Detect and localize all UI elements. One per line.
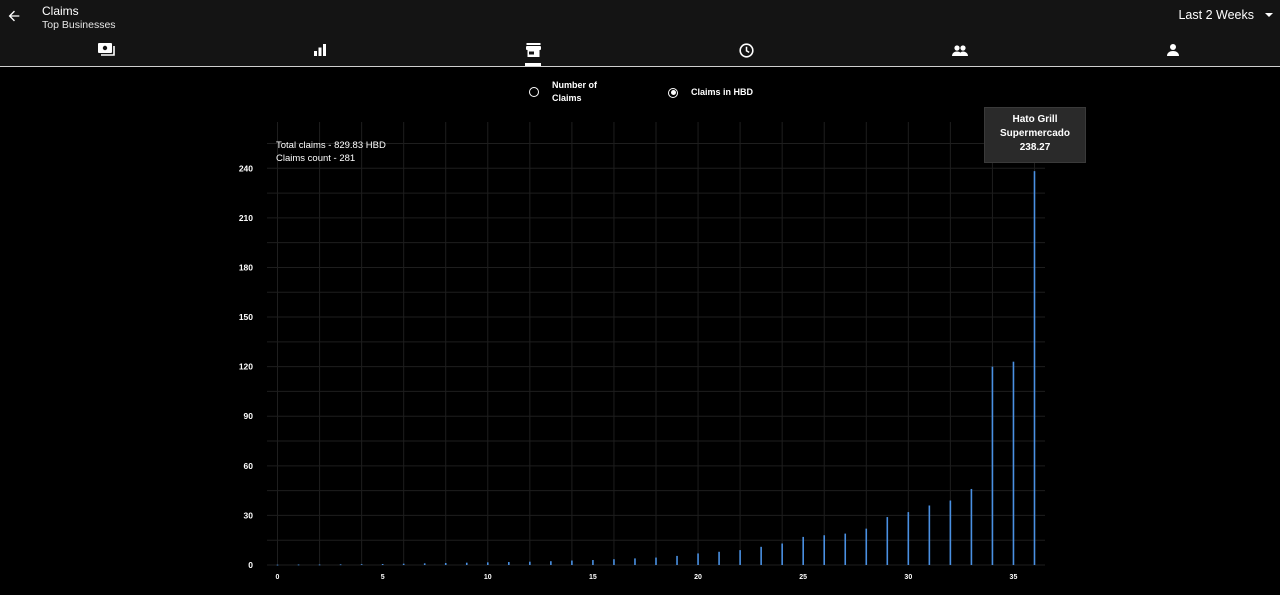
- chart-bar: [550, 561, 552, 565]
- x-tick-label: 20: [694, 574, 702, 581]
- chart-bar: [907, 512, 910, 565]
- x-tick-label: 5: [381, 574, 385, 581]
- chart-bar: [402, 563, 405, 565]
- chart-bar: [318, 564, 321, 566]
- chart-bar: [1033, 171, 1036, 565]
- y-tick-label: 180: [239, 262, 253, 272]
- chart-bar: [886, 517, 889, 565]
- y-tick-label: 30: [244, 510, 254, 520]
- chart-bar: [571, 560, 573, 565]
- chart-bar: [276, 564, 279, 566]
- chart-bar: [697, 553, 699, 565]
- chart-bar: [991, 366, 994, 565]
- x-tick-label: 30: [904, 574, 912, 581]
- chart-bar: [592, 560, 594, 565]
- chart-summary: Total claims - 829.83 HBD Claims count -…: [276, 139, 386, 165]
- x-tick-label: 15: [589, 574, 597, 581]
- chart-bar: [444, 563, 447, 565]
- chart-bar: [655, 557, 657, 565]
- chart-bar: [1012, 361, 1015, 565]
- tooltip-business-name: Hato Grill Supermercado: [999, 114, 1071, 139]
- chart-tooltip: Hato Grill Supermercado 238.27: [984, 107, 1086, 163]
- x-tick-label: 35: [1010, 574, 1018, 581]
- y-tick-label: 120: [239, 362, 253, 372]
- y-tick-label: 210: [239, 213, 253, 223]
- chart-bar: [823, 535, 826, 565]
- x-tick-label: 0: [276, 574, 280, 581]
- chart-bar: [928, 505, 931, 565]
- chart-bar: [781, 543, 783, 565]
- chart-bar: [486, 562, 489, 565]
- chart-bar: [718, 551, 720, 565]
- y-tick-label: 60: [244, 461, 254, 471]
- x-tick-label: 10: [484, 574, 492, 581]
- y-tick-label: 90: [244, 411, 254, 421]
- chart-bar: [360, 564, 363, 565]
- claims-bar-chart: 0 30 60 90 120 150 180 210 240 0 5 10 15 20 25 30 35: [239, 122, 1045, 581]
- chart-bar: [802, 536, 804, 565]
- y-tick-label: 0: [248, 560, 253, 570]
- chart-bar: [423, 563, 426, 565]
- chart-bar: [739, 550, 741, 565]
- chart-bar: [613, 559, 615, 565]
- chart-bar: [381, 564, 384, 565]
- x-tick-label: 25: [799, 574, 807, 581]
- y-tick-label: 240: [239, 163, 253, 173]
- y-tick-label: 150: [239, 312, 253, 322]
- chart-bar: [970, 488, 973, 565]
- chart-bar: [529, 561, 531, 565]
- chart-bar: [844, 533, 847, 565]
- chart-bar: [949, 500, 952, 565]
- chart-bar: [297, 564, 300, 566]
- tooltip-value: 238.27: [1019, 142, 1051, 153]
- chart-bar: [465, 562, 468, 565]
- claims-count-text: Claims count - 281: [276, 153, 356, 164]
- chart-bar: [339, 564, 342, 566]
- total-claims-text: Total claims - 829.83 HBD: [276, 140, 386, 151]
- chart-bar: [508, 562, 510, 565]
- chart-bar: [865, 528, 868, 565]
- chart-bar: [634, 558, 636, 565]
- chart-bar: [676, 555, 678, 565]
- chart-bar: [760, 546, 762, 565]
